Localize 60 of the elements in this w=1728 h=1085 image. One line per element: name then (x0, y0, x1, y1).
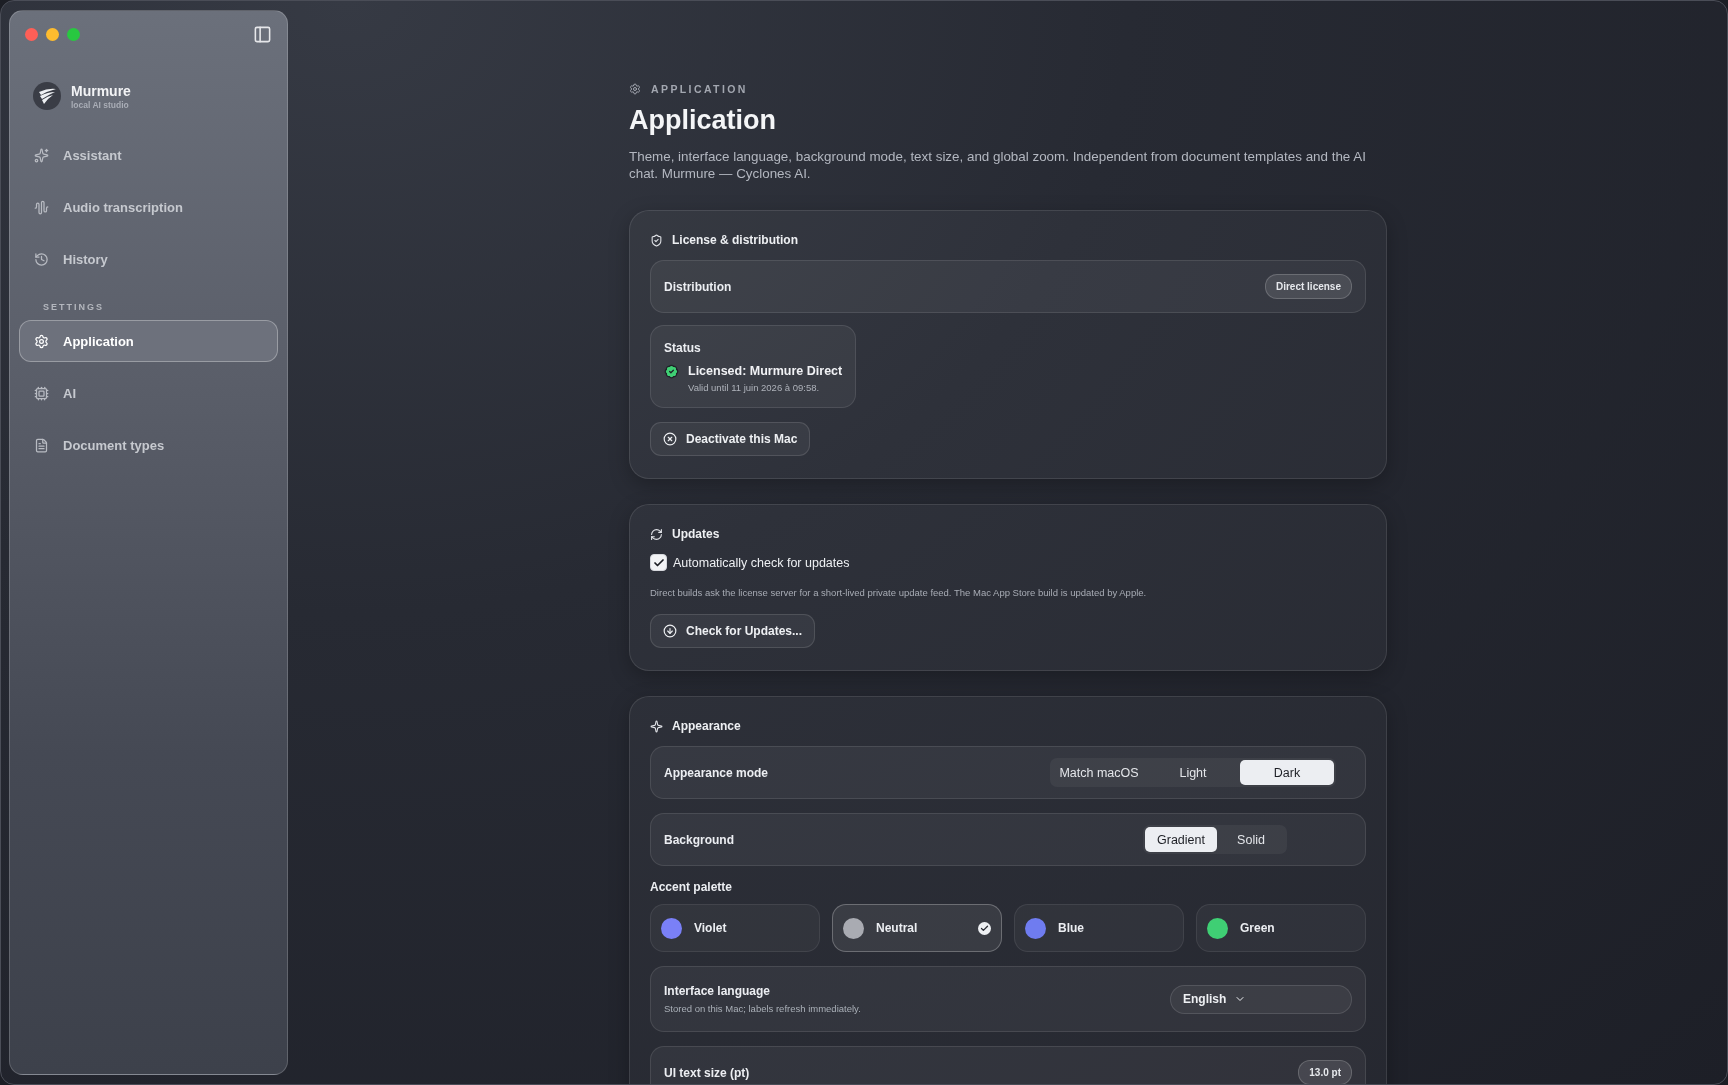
accent-palette-label: Accent palette (650, 880, 734, 894)
accent-option[interactable]: Green (1196, 904, 1366, 952)
verified-badge-icon (664, 364, 679, 379)
minimize-window-button[interactable] (46, 28, 59, 41)
check-icon (652, 556, 665, 569)
download-icon (663, 624, 677, 638)
updates-note: Direct builds ask the license server for a short-lived private update feed. The Mac App Store build is updated by Apple. (650, 587, 1148, 598)
sidebar-toggle-button[interactable] (253, 25, 272, 44)
row-hint: Stored on this Mac; labels refresh immediately. (664, 1003, 861, 1014)
row-label: Interface language (664, 984, 772, 998)
accent-option[interactable]: Blue (1014, 904, 1184, 952)
accent-option[interactable]: Neutral (832, 904, 1002, 952)
settings-icon (629, 83, 641, 95)
card-title: Updates (672, 527, 720, 541)
row-label: Distribution (664, 279, 732, 294)
document-icon (34, 437, 49, 453)
segment-option[interactable]: Solid (1217, 827, 1285, 852)
close-circle-icon (663, 432, 677, 446)
card-title: License & distribution (672, 233, 798, 247)
row-label: UI text size (pt) (664, 1065, 750, 1080)
card-title: Appearance (672, 719, 741, 733)
logo-icon (33, 82, 61, 110)
page-description: Theme, interface language, background mode, text size, and global zoom. Independent from document templates and the AI chat. Murmure — Cyclones AI. (629, 148, 1367, 182)
sidebar-item[interactable]: History (19, 238, 278, 280)
settings-icon (34, 333, 49, 349)
status-detail: Valid until 11 juin 2026 à 09:58. (688, 382, 821, 393)
app-name: Murmure (71, 82, 131, 99)
status-label: Status (664, 341, 702, 355)
auto-update-checkbox[interactable] (650, 554, 667, 571)
chip-icon (34, 385, 49, 401)
check-icon (978, 921, 991, 935)
segment-option[interactable]: Light (1146, 760, 1240, 785)
row-label: Appearance mode (664, 765, 769, 780)
deactivate-button[interactable]: Deactivate this Mac (650, 422, 811, 456)
checkbox-label: Automatically check for updates (673, 555, 850, 570)
sparkles-icon (34, 147, 49, 163)
sparkle-icon (650, 719, 663, 733)
segment-option[interactable]: Match macOS (1052, 760, 1146, 785)
language-select[interactable]: English (1170, 984, 1352, 1014)
zoom-window-button[interactable] (67, 28, 80, 41)
distribution-badge: Direct license (1264, 274, 1352, 299)
check-updates-button[interactable]: Check for Updates... (650, 614, 816, 648)
refresh-icon (650, 527, 663, 541)
segment-option[interactable]: Gradient (1145, 827, 1217, 852)
shield-icon (650, 233, 663, 247)
section-label: SETTINGS (43, 302, 105, 312)
text-size-value: 13.0 pt (1298, 1060, 1352, 1084)
sidebar-item[interactable]: AI (19, 372, 278, 414)
breadcrumb: APPLICATION (651, 83, 748, 95)
page-title: Application (629, 105, 777, 136)
close-window-button[interactable] (25, 28, 38, 41)
row-label: Background (664, 832, 734, 847)
sidebar-item[interactable]: Application (19, 320, 278, 362)
sidebar-item[interactable]: Document types (19, 424, 278, 466)
app-subtitle: local AI studio (71, 99, 130, 110)
status-text: Licensed: Murmure Direct (688, 364, 843, 378)
waveform-icon (34, 199, 49, 215)
clock-icon (34, 251, 49, 267)
accent-option[interactable]: Violet (650, 904, 820, 952)
segment-option[interactable]: Dark (1240, 760, 1334, 785)
